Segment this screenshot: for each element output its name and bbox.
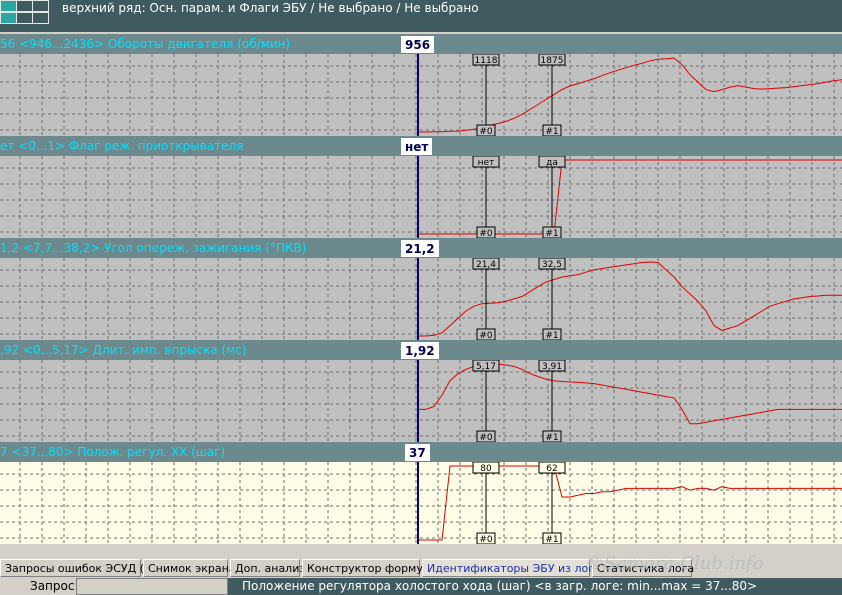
marker-value-1: 62 [546, 464, 557, 474]
marker-label-0[interactable]: #0 [479, 331, 493, 340]
graph-panel-angle[interactable]: 1,2 <7,7...38,2> Угол опереж. зажигания … [0, 238, 842, 340]
graph-plot-area[interactable]: 21,4 #0 32,5 #1 [0, 258, 842, 340]
tab-3[interactable]: Конструктор формул [302, 559, 430, 577]
cursor-value-badge: 37 [404, 443, 431, 462]
marker-label-0[interactable]: #0 [479, 127, 493, 136]
graph-header: 56 <946...2436> Обороты двигателя (об/ми… [0, 34, 842, 54]
query-input[interactable] [76, 578, 228, 595]
top-bar: верхний ряд: Осн. парам. и Флаги ЭБУ / Н… [0, 0, 842, 32]
marker-label-1[interactable]: #1 [545, 331, 558, 340]
marker-value-1: 32,5 [542, 260, 562, 270]
graph-parameter-name: 1,2 <7,7...38,2> Угол опереж. зажигания … [0, 241, 307, 255]
graph-header: ,92 <0...5,17> Длит. имп. впрыска (мс) 1,… [0, 340, 842, 360]
graph-header: 7 <37...80> Полож. регул. XX (шаг) 37 [0, 442, 842, 462]
query-label: Запрос: [26, 578, 83, 595]
graph-parameter-name: 56 <946...2436> Обороты двигателя (об/ми… [0, 37, 291, 51]
marker-value-0: 80 [480, 464, 492, 474]
marker-label-1[interactable]: #1 [545, 127, 558, 136]
marker-label-1[interactable]: #1 [545, 229, 558, 238]
marker-value-1: 3,91 [542, 362, 562, 372]
graph-panel-rpm[interactable]: 56 <946...2436> Обороты двигателя (об/ми… [0, 34, 842, 136]
tab-4[interactable]: Идентификаторы ЭБУ из лога [422, 559, 601, 577]
graph-parameter-name: ет <0...1> Флаг реж. приоткрывателя [0, 139, 244, 153]
marker-value-1: 1875 [541, 56, 564, 66]
graph-parameter-name: 7 <37...80> Полож. регул. XX (шаг) [0, 445, 226, 459]
tab-1[interactable]: Снимок экрана [143, 559, 236, 577]
graph-plot-area[interactable]: нет #0 да #1 [0, 156, 842, 238]
top-row-title: верхний ряд: Осн. парам. и Флаги ЭБУ / Н… [62, 1, 479, 15]
view-grid-icon[interactable] [0, 0, 56, 26]
graph-header: ет <0...1> Флаг реж. приоткрывателя нет [0, 136, 842, 156]
cursor-value-badge: 1,92 [400, 341, 440, 360]
graph-plot-area[interactable]: 5,17 #0 3,91 #1 [0, 360, 842, 442]
marker-value-0: 21,4 [476, 260, 496, 270]
graph-panel-flag[interactable]: ет <0...1> Флаг реж. приоткрывателя нет не… [0, 136, 842, 238]
marker-value-1: да [546, 158, 558, 168]
marker-label-0[interactable]: #0 [479, 229, 493, 238]
cursor-value-badge: 21,2 [400, 239, 440, 258]
graph-panel-idle[interactable]: 7 <37...80> Полож. регул. XX (шаг) 37 80 #0… [0, 442, 842, 544]
marker-label-1[interactable]: #1 [545, 433, 558, 442]
status-message: Положение регулятора холостого хода (шаг… [242, 579, 758, 593]
marker-label-0[interactable]: #0 [479, 433, 493, 442]
status-bar: Запрос: Положение регулятора холостого х… [0, 578, 842, 595]
marker-value-0: 1118 [475, 56, 498, 66]
watermark-logo: ©Samara-Club.info [586, 553, 764, 574]
graph-header: 1,2 <7,7...38,2> Угол опереж. зажигания … [0, 238, 842, 258]
graph-parameter-name: ,92 <0...5,17> Длит. имп. впрыска (мс) [0, 343, 247, 357]
cursor-value-badge: нет [400, 137, 434, 156]
tab-2[interactable]: Доп. анализ [230, 559, 305, 577]
marker-value-0: 5,17 [476, 362, 496, 372]
tab-0[interactable]: Запросы ошибок ЭСУД (0) [0, 559, 155, 577]
marker-label-1[interactable]: #1 [545, 535, 558, 544]
graph-panel-inj[interactable]: ,92 <0...5,17> Длит. имп. впрыска (мс) 1,… [0, 340, 842, 442]
marker-value-0: нет [478, 158, 495, 168]
marker-label-0[interactable]: #0 [479, 535, 493, 544]
cursor-value-badge: 956 [400, 35, 436, 54]
graph-plot-area[interactable]: 80 #0 62 #1 [0, 462, 842, 544]
graph-plot-area[interactable]: 1118 #0 1875 #1 [0, 54, 842, 136]
